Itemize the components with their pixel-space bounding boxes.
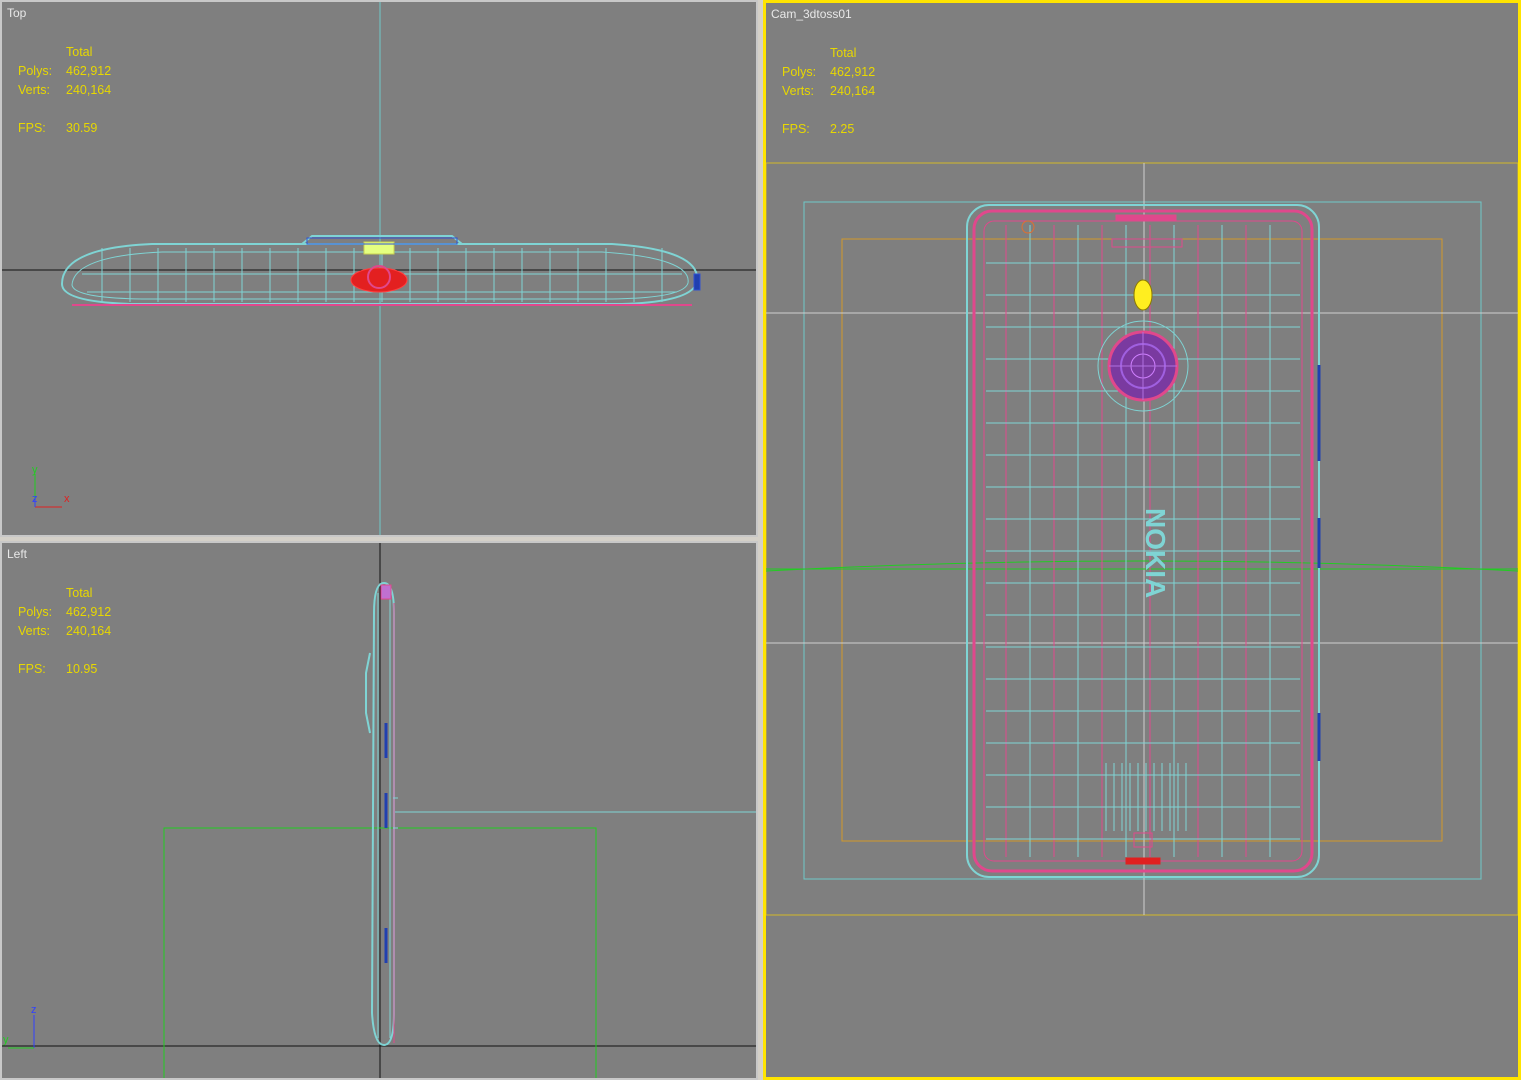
fps-value: 2.25 [830,122,855,136]
axis-label-z: z [32,493,38,505]
axis-label-y: y [32,464,38,476]
axis-tripod-left: z y [3,1004,37,1049]
back-logo-mark: NOKIA [1140,508,1171,598]
phone-wireframe-back: NOKIA [966,204,1321,878]
viewport-label-top[interactable]: Top [7,6,26,20]
phone-wireframe-side [365,581,398,1047]
camera-view-scene[interactable]: NOKIA [766,3,1518,1077]
axis-tripod-top: y z x [32,464,70,508]
top-view-scene[interactable]: y z x [2,2,756,535]
viewport-label-left[interactable]: Left [7,547,27,561]
polys-label: Polys: [18,605,53,619]
viewport-camera[interactable]: NOKIA Cam_3dtoss01 Total Polys: 462,912 V… [763,0,1521,1080]
polys-value: 462,912 [66,64,112,78]
stats-overlay-camera: Total Polys: 462,912 Verts: 240,164 FPS: 2.… [782,44,875,139]
polys-value: 462,912 [830,65,876,79]
left-view-scene[interactable]: z y [2,543,756,1078]
stats-header: Total [66,586,93,600]
verts-label: Verts: [18,83,50,97]
verts-value: 240,164 [830,84,876,98]
fps-label: FPS: [18,662,46,676]
stats-overlay-left: Total Polys: 462,912 Verts: 240,164 FPS: 10… [18,584,111,679]
fps-label: FPS: [782,122,810,136]
viewport-label-camera[interactable]: Cam_3dtoss01 [771,7,852,21]
polys-value: 462,912 [66,605,112,619]
polys-label: Polys: [18,64,53,78]
stats-header: Total [66,45,93,59]
axis-label-x: x [64,493,70,505]
stats-overlay-top: Total Polys: 462,912 Verts: 240,164 FPS: 30… [18,43,111,138]
viewport-left[interactable]: z y Left Total Polys: 462,912 Verts: 240,1… [0,541,758,1080]
fps-value: 10.95 [66,662,98,676]
axis-label-z: z [31,1004,37,1016]
stats-header: Total [830,46,857,60]
fps-label: FPS: [18,121,46,135]
axis-label-y: y [3,1034,9,1046]
verts-label: Verts: [18,624,50,638]
verts-value: 240,164 [66,83,112,97]
polys-label: Polys: [782,65,817,79]
verts-value: 240,164 [66,624,112,638]
verts-label: Verts: [782,84,814,98]
viewport-top[interactable]: y z x Top Total Polys: 462,912 Verts: 240,… [0,0,758,537]
fps-value: 30.59 [66,121,98,135]
